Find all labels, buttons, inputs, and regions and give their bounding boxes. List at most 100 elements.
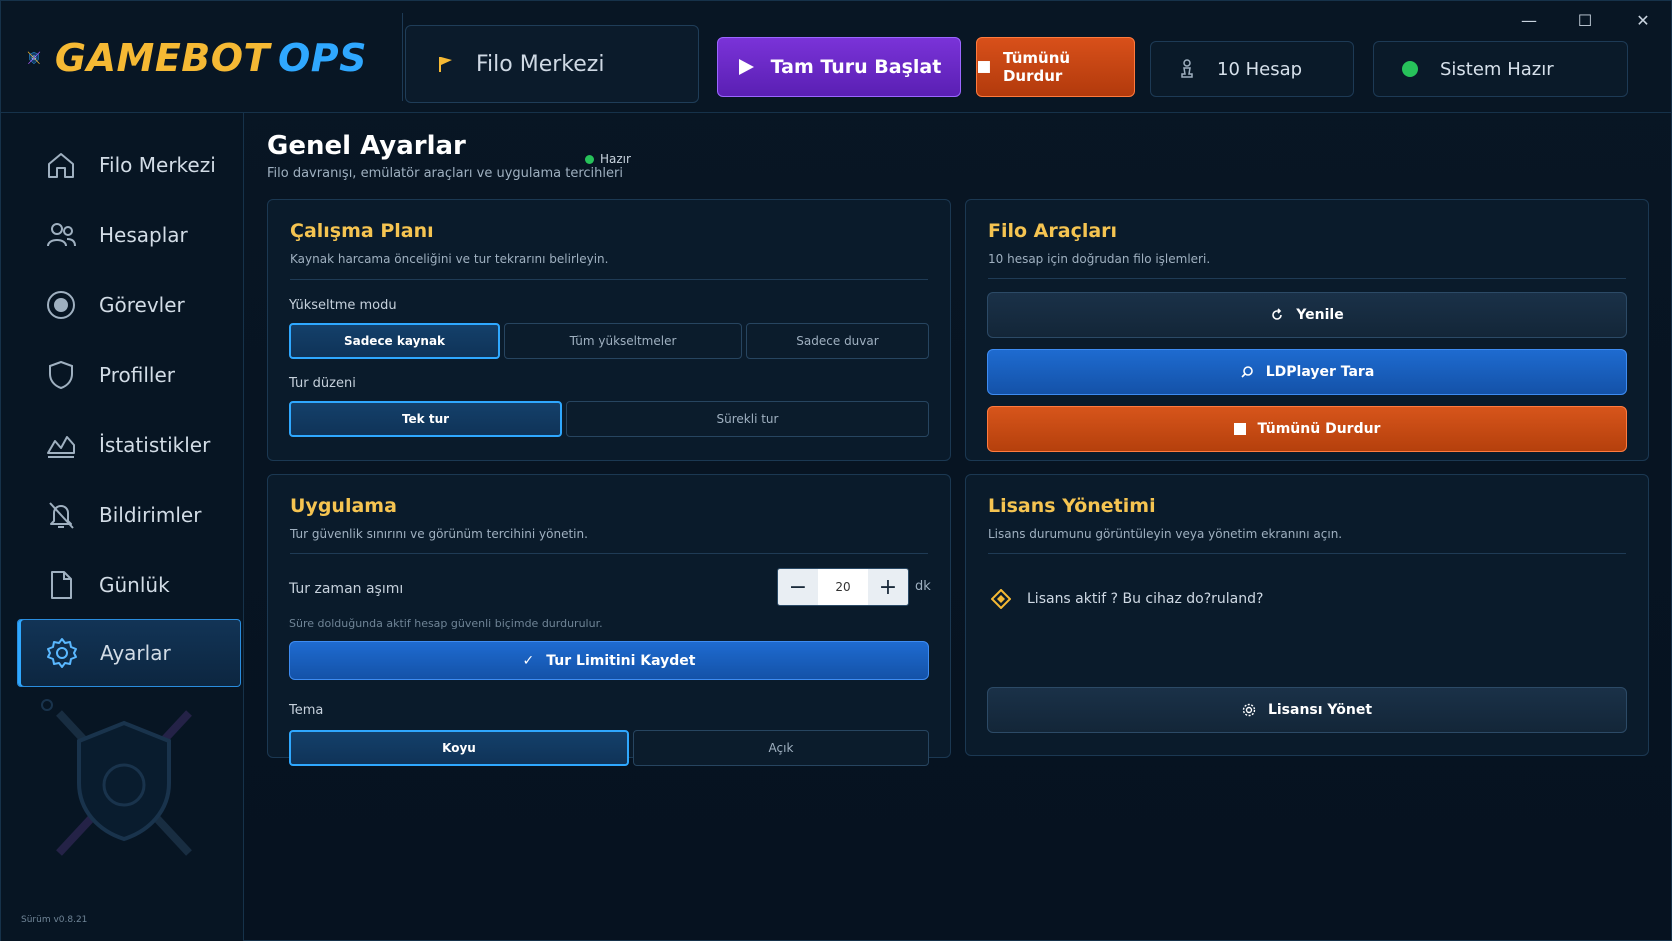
card-subtitle: Lisans durumunu görüntüleyin veya yöneti… [988,527,1343,541]
card-divider [290,279,928,280]
system-status-label: Sistem Hazır [1440,58,1554,80]
logo-text-primary: GAMEBOT [54,36,270,80]
page-title: Genel Ayarlar [267,131,466,161]
theme-option-dark[interactable]: Koyu [289,730,629,766]
window-minimize-button[interactable]: — [1509,9,1549,31]
license-status-text: Lisans aktif ? Bu cihaz do?ruland? [1027,591,1264,607]
start-full-tour-label: Tam Turu Başlat [770,56,942,78]
manage-license-label: Lisansı Yönet [1267,702,1373,718]
current-view-panel: Filo Merkezi [405,25,699,103]
save-tour-limit-button[interactable]: ✓ Tur Limitini Kaydet [289,641,929,680]
page-status-badge: Hazır [585,152,631,166]
chart-icon [47,436,75,458]
play-icon [738,59,754,75]
diamond-icon [991,589,1011,609]
sidebar-item-tasks[interactable]: Görevler [17,271,241,339]
sidebar-item-fleet-center[interactable]: Filo Merkezi [17,131,241,199]
sidebar-item-label: Filo Merkezi [99,153,216,177]
home-icon [48,153,74,178]
timeout-increment-button[interactable]: + [868,569,908,605]
window-maximize-button[interactable]: ☐ [1565,9,1605,31]
refresh-label: Yenile [1296,307,1344,323]
page-subtitle: Filo davranışı, emülatör araçları ve uyg… [267,166,623,181]
upgrade-option-all[interactable]: Tüm yükseltmeler [504,323,742,359]
timeout-unit: dk [915,579,931,594]
app-window: GAMEBOT OPS Filo Merkezi Tam Turu Başlat … [0,0,1672,941]
logo-wordmark: GAMEBOT OPS [55,36,367,80]
window-close-button[interactable]: ✕ [1623,9,1663,31]
top-bar: GAMEBOT OPS Filo Merkezi Tam Turu Başlat … [1,1,1672,113]
sidebar-item-label: Görevler [99,293,185,317]
shield-icon [49,360,73,390]
stop-all-label: Tümünü Durdur [1257,421,1381,437]
theme-option-light[interactable]: Açık [633,730,929,766]
refresh-button[interactable]: Yenile [987,292,1627,338]
sidebar-item-log[interactable]: Günlük [17,551,241,619]
check-icon: ✓ [522,652,535,669]
card-divider [290,553,928,554]
sidebar-item-label: İstatistikler [99,433,211,457]
scan-ldplayer-button[interactable]: LDPlayer Tara [987,349,1627,395]
search-icon [1241,366,1253,378]
refresh-icon [1272,308,1283,320]
card-title: Lisans Yönetimi [988,495,1156,517]
scan-ldplayer-label: LDPlayer Tara [1265,364,1375,380]
start-full-tour-button[interactable]: Tam Turu Başlat [717,37,961,97]
card-divider [988,278,1626,279]
card-title: Çalışma Planı [290,220,434,242]
sidebar-item-statistics[interactable]: İstatistikler [17,411,241,479]
sidebar-emblem-icon [41,699,192,856]
target-icon [47,291,75,319]
timeout-value-input[interactable]: 20 [818,569,868,605]
upgrade-option-resources-only[interactable]: Sadece kaynak [289,323,500,359]
tour-timeout-label: Tur zaman aşımı [289,581,404,597]
tour-timeout-stepper: − 20 + [777,568,909,606]
card-subtitle: Kaynak harcama önceliğini ve tur tekrarı… [290,252,609,266]
current-view-label: Filo Merkezi [476,51,605,77]
upgrade-mode-label: Yükseltme modu [289,298,397,313]
tour-mode-label: Tur düzeni [289,376,356,391]
stop-all-button[interactable]: Tümünü Durdur [987,406,1627,452]
bell-off-icon [49,502,74,529]
card-divider [988,553,1626,554]
card-subtitle: 10 hesap için doğrudan filo işlemleri. [988,252,1211,266]
tour-option-single[interactable]: Tek tur [289,401,562,437]
file-icon [51,571,72,599]
stop-icon [1233,423,1246,435]
timeout-hint: Süre dolduğunda aktif hesap güvenli biçi… [289,617,603,630]
gear-icon [47,638,77,668]
status-dot-icon [1402,61,1418,77]
tour-option-continuous[interactable]: Sürekli tur [566,401,929,437]
logo-emblem-icon [27,51,41,65]
accounts-count-label: 10 Hesap [1217,58,1303,80]
sidebar-item-label: Bildirimler [99,503,202,527]
license-status: Lisans aktif ? Bu cihaz do?ruland? [991,589,1263,609]
save-tour-limit-label: Tur Limitini Kaydet [546,652,696,669]
sidebar-item-label: Ayarlar [100,641,171,665]
timeout-decrement-button[interactable]: − [778,569,818,605]
theme-label: Tema [289,703,324,718]
system-status-badge: Sistem Hazır [1373,41,1628,97]
top-divider [402,13,403,101]
stop-icon [977,61,990,73]
sidebar-item-label: Günlük [99,573,170,597]
stop-all-top-button[interactable]: Tümünü Durdur [976,37,1135,97]
upgrade-option-walls-only[interactable]: Sadece duvar [746,323,929,359]
sidebar-item-label: Hesaplar [99,223,188,247]
pawn-icon [1181,59,1193,78]
app-version: Sürüm v0.8.21 [21,915,88,925]
sidebar: Filo Merkezi Hesaplar Görevler Profiller… [1,113,244,941]
sidebar-item-profiles[interactable]: Profiller [17,341,241,409]
sidebar-item-settings[interactable]: Ayarlar [17,619,241,687]
app-logo: GAMEBOT OPS [27,23,367,93]
card-title: Filo Araçları [988,220,1118,242]
sidebar-item-notifications[interactable]: Bildirimler [17,481,241,549]
accounts-count-badge: 10 Hesap [1150,41,1354,97]
sidebar-item-accounts[interactable]: Hesaplar [17,201,241,269]
card-subtitle: Tur güvenlik sınırını ve görünüm tercihi… [290,527,588,541]
users-icon [47,223,76,247]
page-header: Genel Ayarlar [267,131,466,161]
manage-license-button[interactable]: Lisansı Yönet [987,687,1627,733]
page-status-label: Hazır [600,152,631,166]
application-card: Uygulama Tur güvenlik sınırını ve görünü… [267,474,951,758]
